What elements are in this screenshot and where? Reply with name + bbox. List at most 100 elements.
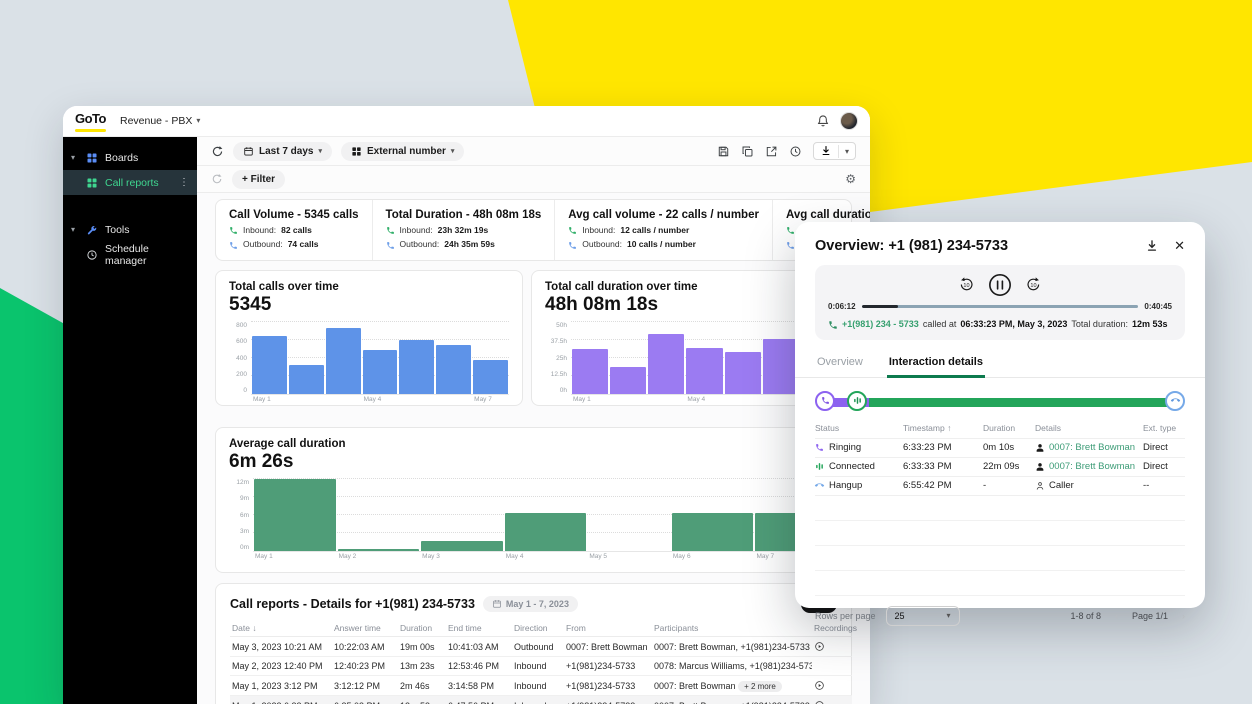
interaction-row[interactable]: Ringing 6:33:23 PM 0m 10s 0007: Brett Bo… [815, 439, 1185, 458]
empty-row [815, 546, 1185, 571]
overlay-title: Overview: +1 (981) 234-5733 [815, 238, 1008, 254]
history-icon[interactable] [789, 145, 802, 158]
sidebar-item-tools[interactable]: ▾ Tools [63, 217, 197, 242]
user-avatar[interactable] [840, 112, 858, 130]
next-page-icon[interactable]: › [1182, 611, 1185, 621]
chevron-down-icon: ▾ [451, 148, 455, 155]
download-recording-icon[interactable] [1145, 237, 1159, 255]
empty-row [815, 496, 1185, 521]
gear-icon[interactable]: ⚙ [845, 172, 856, 186]
bar-plot: May 1May 4May 7 [251, 322, 509, 395]
person-outline-icon [1035, 480, 1045, 491]
share-icon[interactable] [765, 145, 778, 158]
call-reports-grid-icon [86, 176, 98, 188]
page-indicator: Page 1/1 [1132, 611, 1168, 621]
hangup-node-icon[interactable] [1165, 391, 1185, 411]
caret-down-icon: ▾ [71, 153, 79, 162]
forward-10-button[interactable]: 10 [1025, 276, 1042, 294]
person-icon [1035, 442, 1045, 453]
main-content: Last 7 days ▾ External number ▾ [197, 137, 870, 704]
pause-button[interactable] [988, 273, 1012, 297]
sidebar-item-call-reports[interactable]: Call reports ⋮ [63, 170, 197, 195]
col-timestamp[interactable]: Timestamp ↑ [903, 423, 983, 433]
interaction-table: Status Timestamp ↑ Duration Details Ext.… [815, 418, 1185, 596]
table-row[interactable]: May 2, 2023 12:40 PM 12:40:23 PM 13m 23s… [230, 657, 852, 676]
elapsed-time: 0:06:12 [828, 302, 856, 311]
range-indicator: 1-8 of 8 [1070, 611, 1101, 621]
sync-icon[interactable] [211, 173, 223, 185]
inbound-call-icon [568, 225, 577, 235]
play-recording-icon[interactable] [814, 641, 825, 651]
seek-progress [862, 305, 898, 308]
call-details-card: Call reports - Details for +1(981) 234-5… [215, 583, 852, 704]
seek-bar[interactable] [862, 305, 1139, 308]
calendar-icon [243, 146, 254, 157]
prev-page-icon[interactable]: ‹ [1115, 611, 1118, 621]
refresh-icon[interactable] [211, 145, 224, 158]
interaction-row[interactable]: Hangup 6:55:42 PM - Caller -- [815, 477, 1185, 496]
chevron-down-icon: ▾ [196, 117, 200, 125]
calendar-icon [492, 599, 502, 609]
chevron-down-icon: ▾ [947, 612, 951, 620]
download-icon[interactable] [814, 143, 838, 159]
sidebar-item-boards[interactable]: ▾ Boards [63, 145, 197, 170]
play-recording-icon[interactable] [814, 680, 825, 690]
person-icon [1035, 461, 1045, 472]
details-title: Call reports - Details for +1(981) 234-5… [230, 597, 475, 611]
outbound-call-icon [786, 239, 795, 249]
add-filter-button[interactable]: + Filter [232, 170, 285, 189]
table-row[interactable]: May 1, 2023 3:12 PM 3:12:12 PM 2m 46s 3:… [230, 676, 852, 696]
overlay-footer: Rows per page 25 ▾ 1-8 of 8 ‹ Page 1/1 › [795, 596, 1205, 636]
stat-avg-call-volume: Avg call volume - 22 calls / number Inbo… [554, 200, 772, 260]
audio-player: 10 10 0:06:12 0:40:45 +1(981) 234 - 5733… [815, 265, 1185, 340]
close-icon[interactable]: ✕ [1174, 238, 1185, 254]
stats-strip: Call Volume - 5345 calls Inbound:82 call… [215, 199, 852, 261]
connected-node-icon[interactable] [847, 391, 867, 411]
group-by-filter[interactable]: External number ▾ [341, 142, 464, 161]
connected-segment [869, 398, 1175, 407]
svg-text:10: 10 [963, 283, 969, 289]
save-icon[interactable] [717, 145, 730, 158]
sidebar-item-schedule-manager[interactable]: Schedule manager [63, 242, 197, 267]
table-row[interactable]: May 1, 2023 6:33 PM 6:35:03 PM 12m 53s 6… [230, 696, 852, 704]
ringing-node-icon[interactable] [815, 391, 835, 411]
app-window: GoTo Revenue - PBX ▾ ▾ Boards [63, 106, 870, 704]
download-options-chevron[interactable]: ▾ [838, 145, 855, 158]
overlay-tabs: Overview Interaction details [795, 352, 1205, 378]
call-details-table: Date ↓ Answer time Duration End time Dir… [230, 620, 852, 704]
interaction-header-row: Status Timestamp ↑ Duration Details Ext.… [815, 418, 1185, 439]
bar-plot: May 1May 2May 3May 4May 5May 6May 7 [253, 479, 838, 552]
stat-total-duration: Total Duration - 48h 08m 18s Inbound:23h… [372, 200, 555, 260]
boards-grid-icon [86, 151, 98, 163]
filter-row: + Filter ⚙ [197, 166, 870, 193]
connected-icon [815, 461, 824, 472]
kebab-menu-icon[interactable]: ⋮ [179, 177, 189, 188]
app-header: GoTo Revenue - PBX ▾ [63, 106, 870, 137]
caller-number-link[interactable]: +1(981) 234 - 5733 [842, 319, 919, 329]
inbound-call-icon [229, 225, 238, 235]
filters-toolbar: Last 7 days ▾ External number ▾ [197, 137, 870, 166]
notifications-bell-icon[interactable] [816, 112, 830, 130]
logo-underline [75, 129, 106, 132]
empty-row [815, 571, 1185, 596]
workspace-switcher[interactable]: Revenue - PBX ▾ [120, 115, 200, 127]
table-icon [351, 146, 362, 157]
clock-icon [86, 248, 98, 260]
play-recording-icon[interactable] [814, 700, 825, 704]
copy-icon[interactable] [741, 145, 754, 158]
details-header-row: Date ↓ Answer time Duration End time Dir… [230, 620, 852, 637]
svg-text:10: 10 [1030, 283, 1036, 289]
outbound-call-icon [229, 239, 238, 249]
total-time: 0:40:45 [1144, 302, 1172, 311]
rewind-10-button[interactable]: 10 [958, 276, 975, 294]
y-axis: 50h37.5h25h12.5h0h [545, 322, 571, 394]
interaction-row[interactable]: Connected 6:33:33 PM 22m 09s 0007: Brett… [815, 458, 1185, 477]
screenshot-canvas: GoTo Revenue - PBX ▾ ▾ Boards [0, 0, 1252, 704]
caret-down-icon: ▾ [71, 225, 79, 234]
col-date[interactable]: Date ↓ [230, 620, 332, 637]
date-range-filter[interactable]: Last 7 days ▾ [233, 142, 332, 161]
table-row[interactable]: May 3, 2023 10:21 AM 10:22:03 AM 19m 00s… [230, 637, 852, 657]
rows-per-page-select[interactable]: 25 ▾ [886, 606, 960, 626]
tab-interaction-details[interactable]: Interaction details [887, 352, 985, 378]
tab-overview[interactable]: Overview [815, 352, 865, 377]
